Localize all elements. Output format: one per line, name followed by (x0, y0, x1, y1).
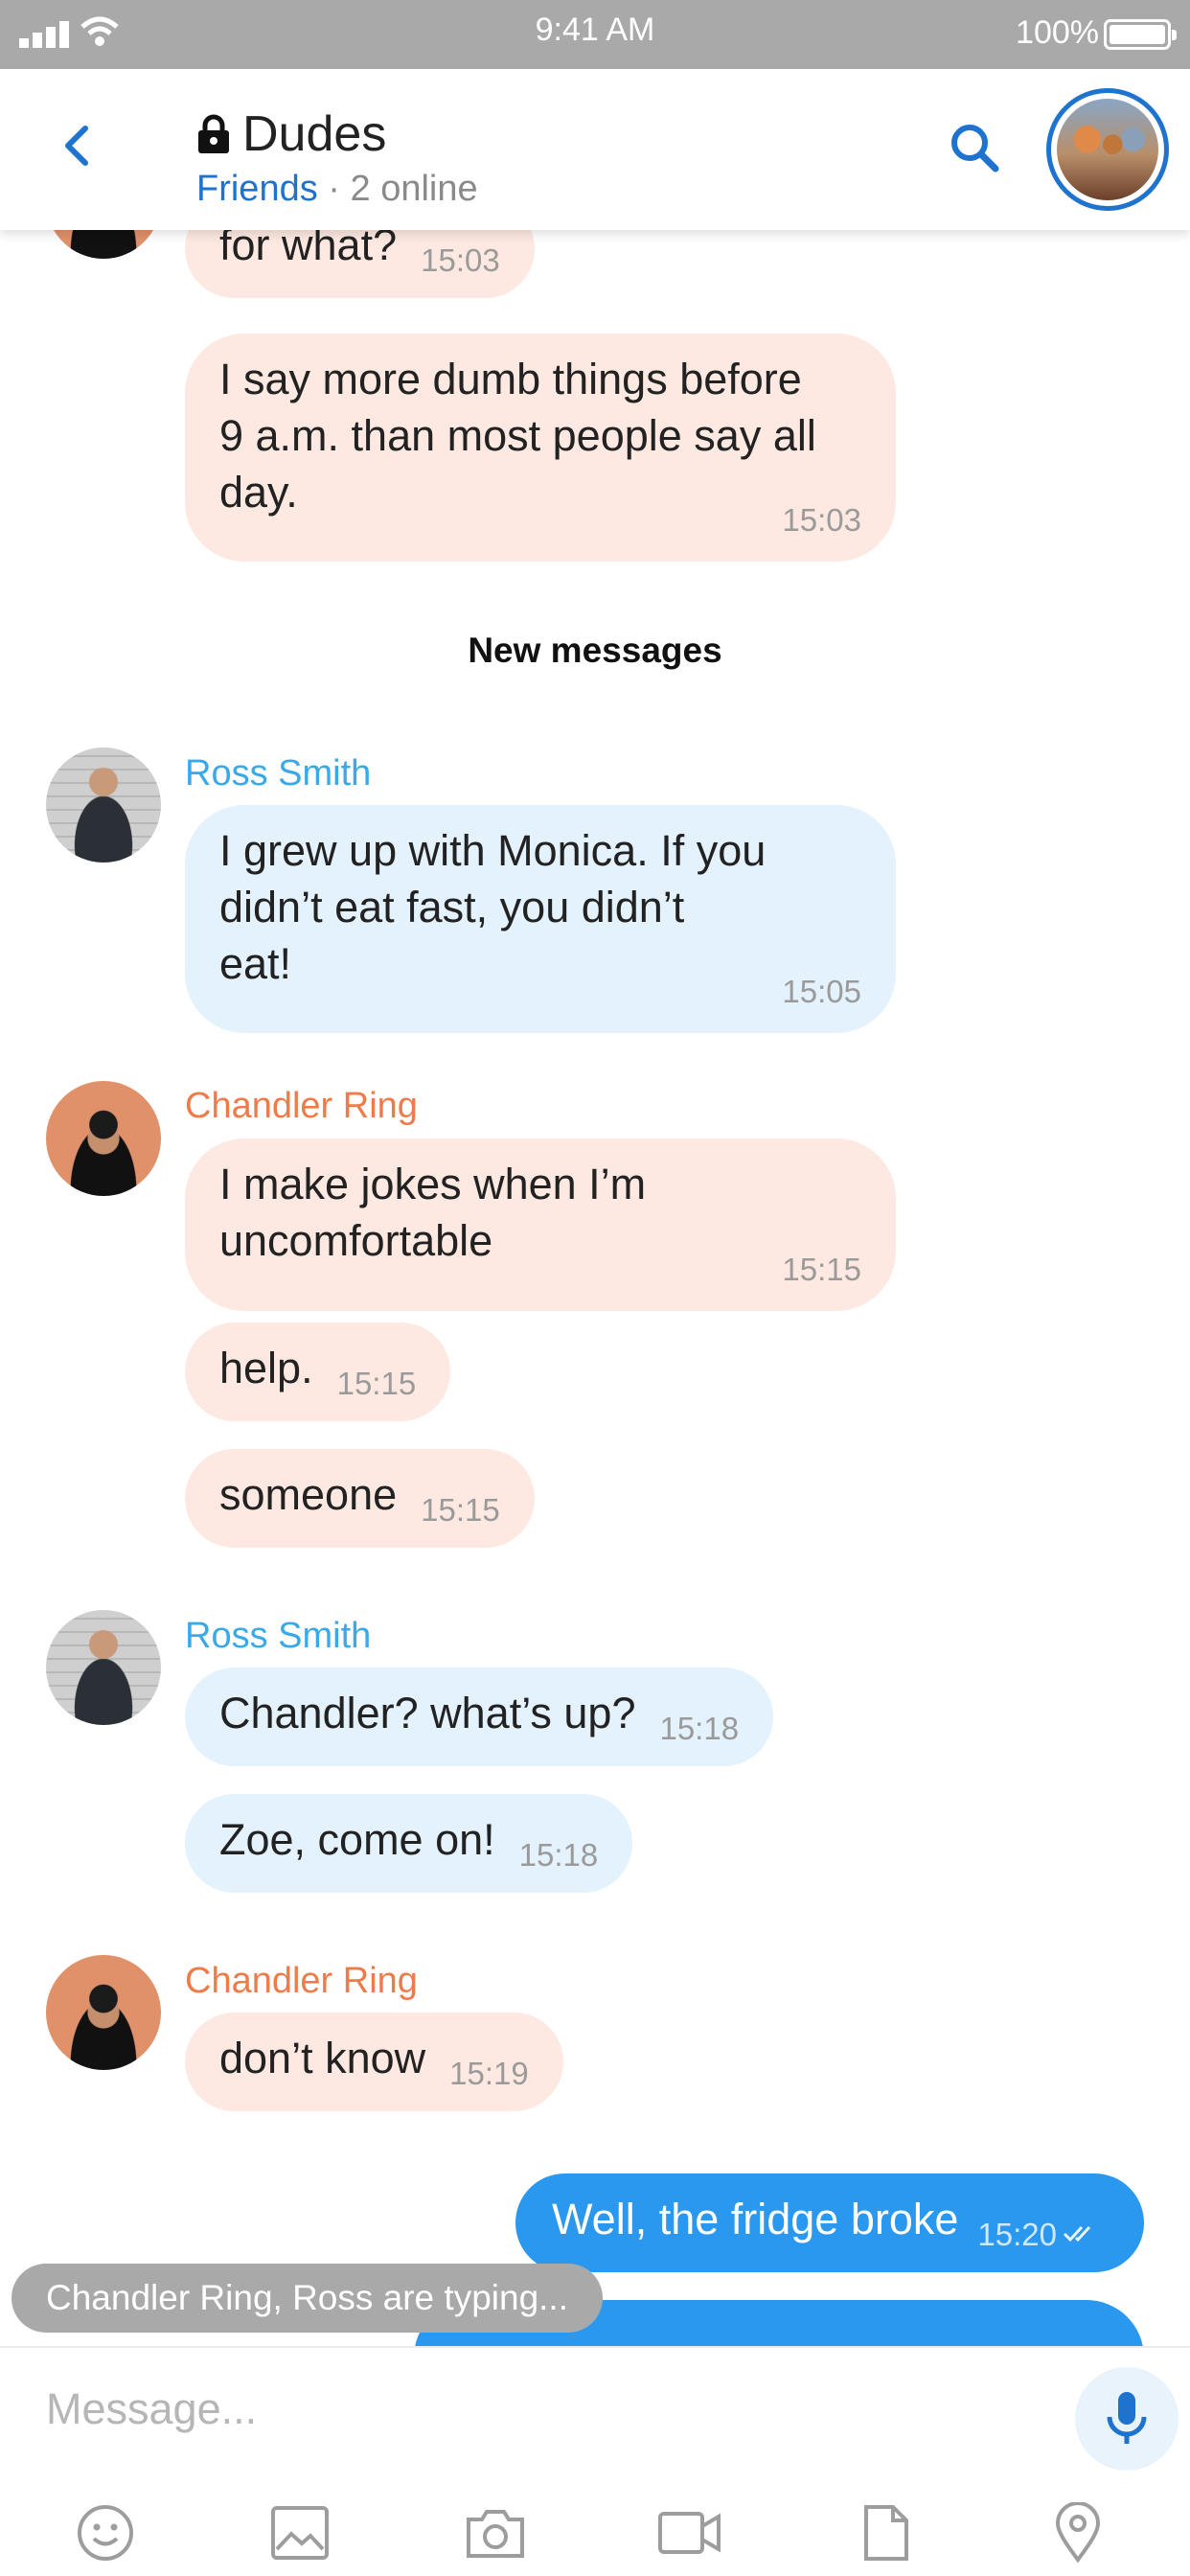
message-time: 15:05 (782, 974, 861, 1009)
message-text-line: I grew up with Monica. If you (219, 826, 767, 875)
message-time: 15:18 (659, 1711, 740, 1746)
avatar[interactable] (46, 748, 161, 862)
message-bubble[interactable]: don’t know 15:19 (185, 2012, 563, 2111)
message-input[interactable] (46, 2380, 1004, 2438)
message-time: 15:15 (421, 1492, 500, 1528)
location-button[interactable] (1044, 2499, 1111, 2566)
emoji-icon (78, 2505, 133, 2561)
camera-icon (467, 2510, 524, 2558)
message-time: 15:20 (977, 2217, 1057, 2252)
message-text-line: uncomfortable (219, 1216, 493, 1265)
message-bubble[interactable]: Zoe, come on! 15:18 (185, 1794, 633, 1893)
avatar[interactable] (46, 1610, 161, 1725)
lock-icon (198, 114, 229, 153)
avatar[interactable] (46, 230, 161, 259)
message-text-line: didn’t eat fast, you didn’t (219, 883, 685, 932)
message-text: Chandler? what’s up? (219, 1689, 636, 1737)
typing-indicator: Chandler Ring, Ross are typing... (11, 2264, 603, 2333)
chat-title: Dudes (242, 106, 387, 162)
attachment-toolbar (0, 2499, 1190, 2566)
location-icon (1055, 2502, 1101, 2564)
message-bubble[interactable]: help. 15:15 (185, 1322, 451, 1421)
search-icon[interactable] (944, 117, 1007, 180)
message-text: don’t know (219, 2034, 426, 2082)
message-text: for what? (219, 230, 398, 269)
message-bubble[interactable]: I make jokes when I’m uncomfortable 15:1… (185, 1138, 896, 1311)
chat-subtitle: Friends · 2 online (196, 169, 478, 210)
battery-percent: 100% (1016, 14, 1099, 51)
message-time: 15:18 (518, 1837, 599, 1873)
sender-name[interactable]: Ross Smith (185, 753, 371, 794)
sender-name[interactable]: Ross Smith (185, 1616, 371, 1657)
group-avatar[interactable] (1046, 88, 1169, 211)
back-chevron-icon[interactable] (53, 117, 101, 174)
mic-icon (1107, 2392, 1147, 2444)
avatar[interactable] (46, 1081, 161, 1196)
message-bubble[interactable]: Chandler? what’s up? 15:18 (185, 1668, 774, 1766)
message-text: someone (219, 1470, 398, 1519)
message-time: 15:15 (782, 1252, 861, 1287)
avatar[interactable] (46, 1955, 161, 2070)
file-button[interactable] (853, 2499, 920, 2566)
chat-title-block[interactable]: Dudes Friends · 2 online (196, 105, 478, 210)
mic-button[interactable] (1075, 2367, 1179, 2471)
video-button[interactable] (656, 2499, 723, 2566)
message-text: help. (219, 1344, 313, 1392)
emoji-button[interactable] (72, 2499, 139, 2566)
message-text-line: 9 a.m. than most people say all (219, 411, 816, 460)
camera-button[interactable] (462, 2499, 529, 2566)
message-text: Zoe, come on! (219, 1815, 495, 1864)
video-icon (658, 2512, 721, 2554)
message-time: 15:03 (421, 242, 500, 278)
status-time: 9:41 AM (535, 12, 655, 48)
sender-name[interactable]: Chandler Ring (185, 1086, 418, 1127)
battery-icon (1104, 19, 1177, 50)
subtitle-separator: · (317, 169, 351, 209)
online-count: 2 online (350, 169, 478, 209)
double-check-icon (1063, 2225, 1091, 2242)
outgoing-message-bubble[interactable]: Well, the fridge broke 15:20 (515, 2174, 1144, 2272)
message-bubble[interactable]: I say more dumb things before 9 a.m. tha… (185, 334, 896, 562)
group-label: Friends (196, 169, 318, 209)
message-text: Well, the fridge broke (552, 2195, 959, 2243)
message-text-line: day. (219, 468, 298, 517)
message-composer (0, 2346, 1190, 2576)
message-time: 15:03 (782, 502, 861, 538)
message-time: 15:19 (449, 2056, 529, 2091)
sender-name[interactable]: Chandler Ring (185, 1961, 418, 2002)
message-time: 15:15 (336, 1366, 417, 1401)
message-bubble[interactable]: for what? 15:03 (185, 230, 535, 298)
file-icon (864, 2505, 908, 2561)
gallery-button[interactable] (266, 2499, 333, 2566)
image-icon (271, 2506, 329, 2560)
message-bubble[interactable]: someone 15:15 (185, 1449, 535, 1548)
new-messages-divider: New messages (468, 631, 722, 670)
message-list[interactable]: for what? 15:03 I say more dumb things be… (0, 230, 1190, 2346)
message-bubble[interactable]: I grew up with Monica. If you didn’t eat… (185, 805, 896, 1033)
message-text-line: I make jokes when I’m (219, 1160, 647, 1208)
chat-header: Dudes Friends · 2 online (0, 69, 1190, 230)
status-bar: 9:41 AM 100% (0, 0, 1190, 69)
message-text-line: eat! (219, 939, 292, 988)
message-text-line: I say more dumb things before (219, 355, 802, 403)
